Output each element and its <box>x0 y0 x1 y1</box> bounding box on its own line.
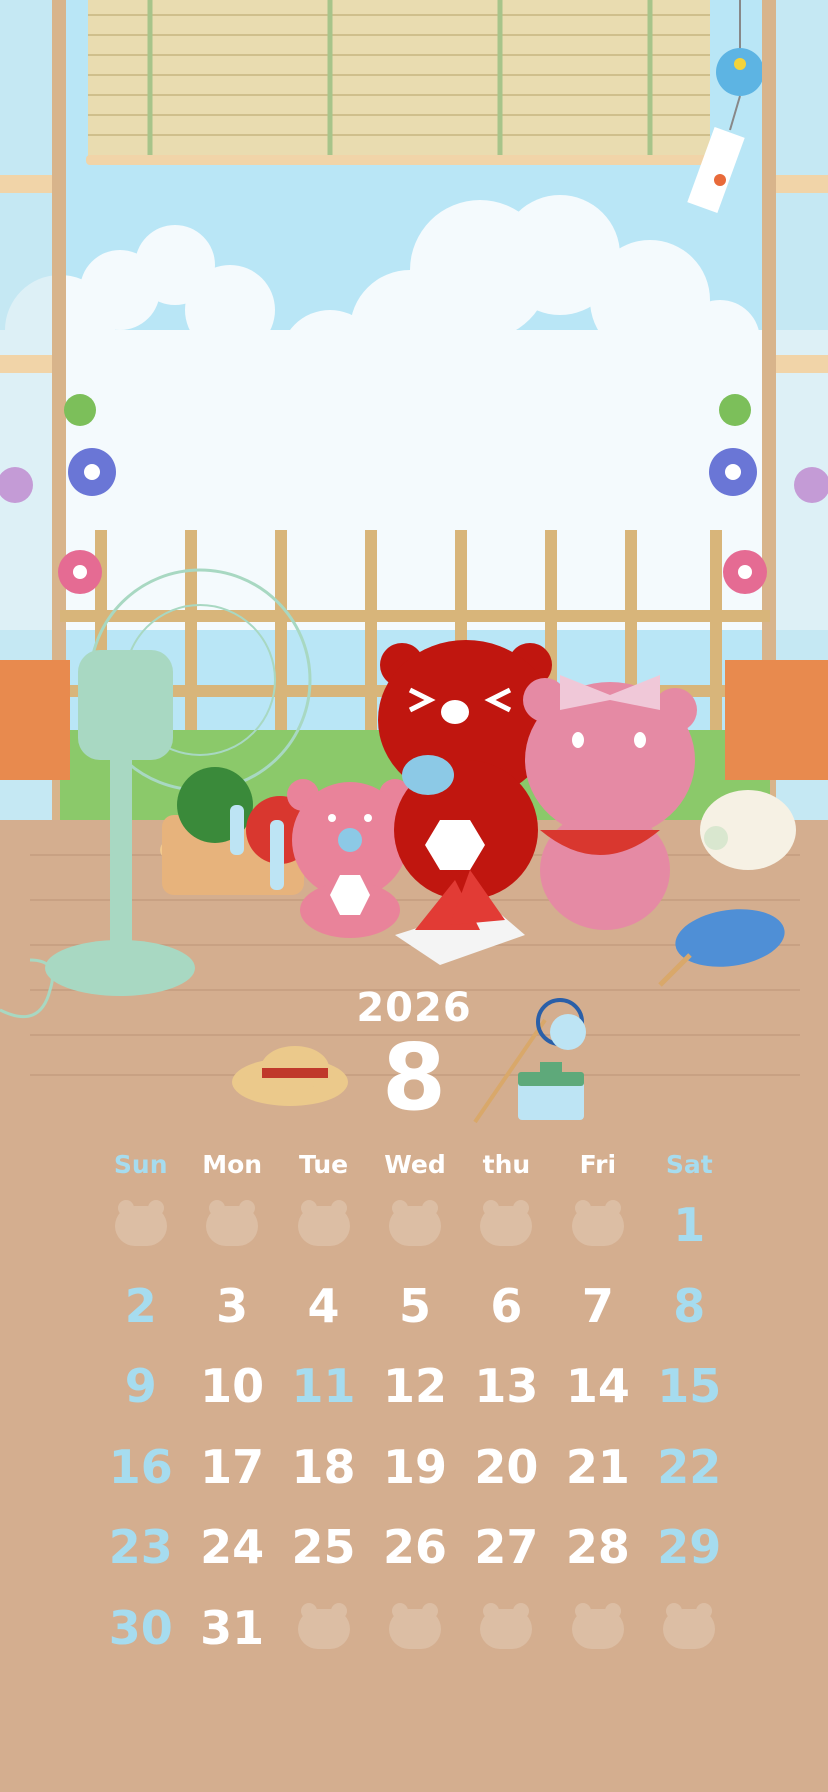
calendar-day: 29 <box>657 1520 722 1575</box>
empty-day-bear-icon <box>369 1588 460 1669</box>
calendar-day: 13 <box>474 1359 539 1414</box>
bear-head-icon <box>571 1602 624 1649</box>
empty-day-bear-icon <box>552 1185 643 1266</box>
weekday-header: Sun Mon Tue Wed thu Fri Sat <box>95 1150 735 1184</box>
calendar-day: 18 <box>291 1439 356 1494</box>
calendar-day: 24 <box>200 1520 265 1575</box>
bear-head-icon <box>663 1602 716 1649</box>
window-blind-icon <box>86 0 712 165</box>
bear-head-icon <box>206 1200 259 1247</box>
calendar-day: 28 <box>565 1520 630 1575</box>
calendar-day: 26 <box>382 1520 447 1575</box>
weekday-wed: Wed <box>384 1150 446 1179</box>
empty-day-bear-icon <box>95 1185 186 1266</box>
calendar-day: 23 <box>108 1520 173 1575</box>
weekday-sun: Sun <box>113 1150 168 1179</box>
empty-day-bear-icon <box>186 1185 277 1266</box>
calendar-month: 8 <box>381 1024 446 1131</box>
calendar-day: 19 <box>382 1439 447 1494</box>
empty-day-bear-icon <box>278 1185 369 1266</box>
weekday-thu: thu <box>482 1150 531 1179</box>
calendar-day: 12 <box>382 1359 447 1414</box>
bear-head-icon <box>297 1200 350 1247</box>
calendar-day: 8 <box>673 1278 706 1333</box>
bear-head-icon <box>480 1602 533 1649</box>
calendar-day: 2 <box>124 1278 157 1333</box>
bear-head-icon <box>571 1200 624 1247</box>
calendar-day: 22 <box>657 1439 722 1494</box>
calendar-day: 21 <box>565 1439 630 1494</box>
calendar-day: 1 <box>673 1198 706 1253</box>
pink-baby-bear-icon <box>287 779 411 938</box>
empty-day-bear-icon <box>552 1588 643 1669</box>
calendar-day: 25 <box>291 1520 356 1575</box>
calendar-day: 7 <box>581 1278 614 1333</box>
weekday-fri: Fri <box>579 1150 617 1179</box>
calendar-day: 4 <box>307 1278 340 1333</box>
empty-day-bear-icon <box>278 1588 369 1669</box>
mosquito-pig-icon <box>700 790 796 870</box>
weekday-sat: Sat <box>665 1150 713 1179</box>
calendar-day: 11 <box>291 1359 356 1414</box>
empty-day-bear-icon <box>461 1185 552 1266</box>
bear-head-icon <box>114 1200 167 1247</box>
calendar-day: 20 <box>474 1439 539 1494</box>
bear-head-icon <box>297 1602 350 1649</box>
calendar-day: 17 <box>200 1439 265 1494</box>
calendar-day: 10 <box>200 1359 265 1414</box>
empty-day-bear-icon <box>369 1185 460 1266</box>
calendar-day: 14 <box>565 1359 630 1414</box>
calendar-day: 16 <box>108 1439 173 1494</box>
calendar-grid: 1 2 3 4 5 6 7 8 9 10 11 12 13 14 15 16 17 18 19 20 21 22 23 24 2… <box>95 1185 735 1668</box>
calendar-day: 27 <box>474 1520 539 1575</box>
empty-day-bear-icon <box>461 1588 552 1669</box>
calendar-day: 15 <box>657 1359 722 1414</box>
bear-head-icon <box>388 1602 441 1649</box>
bear-head-icon <box>480 1200 533 1247</box>
empty-day-bear-icon <box>644 1588 735 1669</box>
calendar-day: 3 <box>216 1278 249 1333</box>
weekday-tue: Tue <box>299 1150 349 1179</box>
calendar-day: 30 <box>108 1600 173 1655</box>
weekday-mon: Mon <box>202 1150 263 1179</box>
calendar-day: 5 <box>398 1278 431 1333</box>
calendar-day: 9 <box>124 1359 157 1414</box>
calendar-day: 6 <box>490 1278 523 1333</box>
calendar-day: 31 <box>200 1600 265 1655</box>
bear-head-icon <box>388 1200 441 1247</box>
